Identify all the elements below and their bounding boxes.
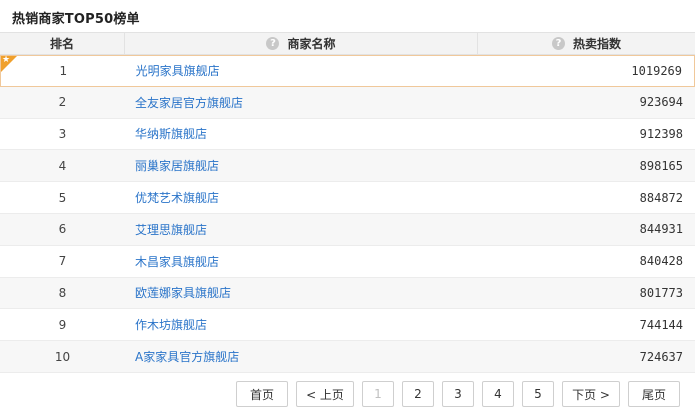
header-rank: 排名 bbox=[0, 33, 125, 54]
next-page-button[interactable]: 下页 > bbox=[562, 381, 620, 407]
index-cell: 898165 bbox=[639, 158, 683, 173]
rank-cell: 4 bbox=[58, 158, 67, 173]
shop-link[interactable]: 欧莲娜家具旗舰店 bbox=[125, 284, 478, 301]
rank-cell: 3 bbox=[58, 126, 67, 141]
table-row: 5 优梵艺术旗舰店 884872 bbox=[0, 182, 695, 214]
shop-link[interactable]: 木昌家具旗舰店 bbox=[125, 253, 478, 270]
header-name-label: 商家名称 bbox=[287, 37, 336, 51]
shop-link[interactable]: 优梵艺术旗舰店 bbox=[125, 189, 478, 206]
rank-cell: 7 bbox=[58, 254, 67, 269]
table-row: 8 欧莲娜家具旗舰店 801773 bbox=[0, 277, 695, 310]
rank-cell: 10 bbox=[54, 349, 71, 364]
index-cell: 801773 bbox=[639, 285, 683, 300]
index-cell: 724637 bbox=[639, 349, 683, 364]
table-header: 排名 ? 商家名称 ? 热卖指数 bbox=[0, 32, 695, 55]
header-index: ? 热卖指数 bbox=[478, 33, 695, 54]
help-icon[interactable]: ? bbox=[551, 37, 565, 50]
shop-link[interactable]: 作木坊旗舰店 bbox=[125, 316, 478, 333]
page-button-1[interactable]: 1 bbox=[362, 381, 394, 407]
index-cell: 1019269 bbox=[631, 63, 682, 78]
rank-cell: 6 bbox=[58, 222, 67, 237]
rank-cell: 5 bbox=[58, 190, 67, 205]
table-row: 2 全友家居官方旗舰店 923694 bbox=[0, 86, 695, 119]
index-cell: 744144 bbox=[639, 317, 683, 332]
first-page-button[interactable]: 首页 bbox=[236, 381, 288, 407]
index-cell: 844931 bbox=[639, 222, 683, 237]
rank-cell: 1 bbox=[59, 63, 68, 78]
page-button-5[interactable]: 5 bbox=[522, 381, 554, 407]
shop-link[interactable]: 丽巢家居旗舰店 bbox=[125, 157, 478, 174]
page-button-4[interactable]: 4 bbox=[482, 381, 514, 407]
shop-link[interactable]: A家家具官方旗舰店 bbox=[125, 348, 478, 365]
table-row: 10 A家家具官方旗舰店 724637 bbox=[0, 341, 695, 373]
table-row: 4 丽巢家居旗舰店 898165 bbox=[0, 150, 695, 183]
rank-cell: 2 bbox=[58, 95, 67, 110]
prev-page-button[interactable]: < 上页 bbox=[296, 381, 354, 407]
star-icon: ★ bbox=[2, 55, 11, 65]
rank-cell: 9 bbox=[58, 317, 67, 332]
table-row: 9 作木坊旗舰店 744144 bbox=[0, 309, 695, 342]
table-row: ★ 1 光明家具旗舰店 1019269 bbox=[0, 55, 695, 87]
help-icon[interactable]: ? bbox=[266, 37, 280, 50]
rank-cell: 8 bbox=[58, 285, 67, 300]
page-title: 热销商家TOP50榜单 bbox=[12, 12, 140, 27]
page-button-2[interactable]: 2 bbox=[402, 381, 434, 407]
shop-link[interactable]: 全友家居官方旗舰店 bbox=[125, 94, 478, 111]
header-name: ? 商家名称 bbox=[125, 33, 478, 54]
index-cell: 840428 bbox=[639, 254, 683, 269]
header-rank-label: 排名 bbox=[49, 37, 74, 51]
table-row: 3 华纳斯旗舰店 912398 bbox=[0, 119, 695, 151]
shop-link[interactable]: 光明家具旗舰店 bbox=[126, 62, 478, 79]
table-body: ★ 1 光明家具旗舰店 1019269 2 全友家居官方旗舰店 923694 3… bbox=[0, 55, 695, 373]
index-cell: 912398 bbox=[639, 126, 683, 141]
shop-link[interactable]: 华纳斯旗舰店 bbox=[125, 125, 478, 142]
index-cell: 884872 bbox=[639, 190, 683, 205]
top50-table: 排名 ? 商家名称 ? 热卖指数 ★ 1 光明家具旗舰店 1019269 2 全… bbox=[0, 32, 695, 373]
table-row: 7 木昌家具旗舰店 840428 bbox=[0, 246, 695, 278]
table-row: 6 艾理思旗舰店 844931 bbox=[0, 213, 695, 246]
header-index-label: 热卖指数 bbox=[572, 37, 621, 51]
index-cell: 923694 bbox=[639, 95, 683, 110]
pagination: 首页 < 上页 1 2 3 4 5 下页 > 尾页 bbox=[236, 381, 688, 407]
shop-link[interactable]: 艾理思旗舰店 bbox=[125, 221, 478, 238]
page-button-3[interactable]: 3 bbox=[442, 381, 474, 407]
last-page-button[interactable]: 尾页 bbox=[628, 381, 680, 407]
